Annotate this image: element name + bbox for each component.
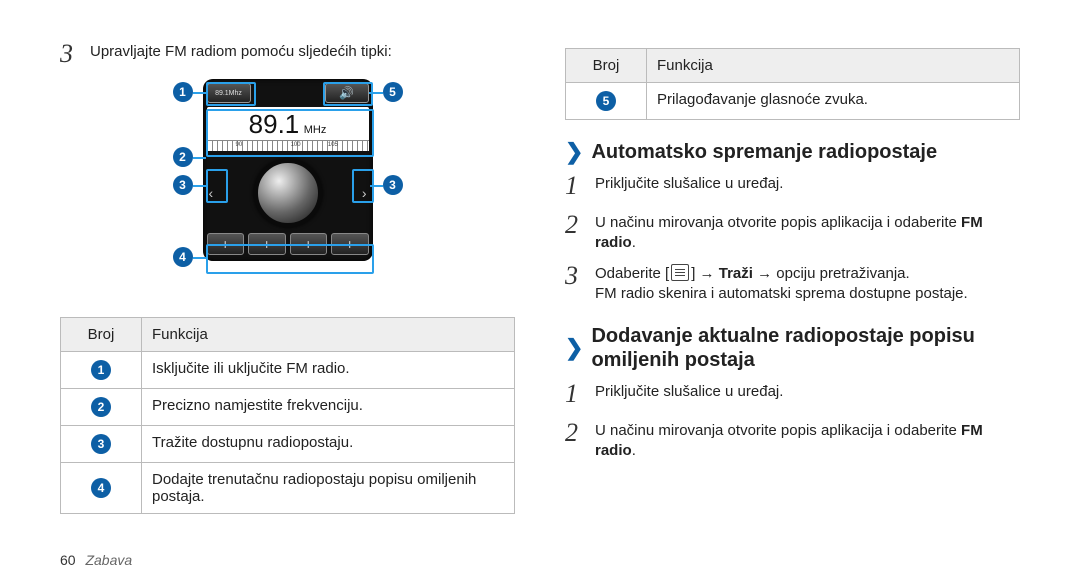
step-text: Priključite slušalice u uređaj.	[595, 380, 783, 402]
frequency-value: 89.1	[249, 109, 300, 139]
callout-badge-5: 5	[383, 82, 403, 102]
step-text: Odaberite [ ] → Traži → opciju pretraživa…	[595, 262, 968, 305]
ruler-tick: 90	[236, 142, 243, 148]
page-number: 60	[60, 552, 76, 568]
step-number: 1	[565, 376, 585, 411]
menu-key-icon	[671, 264, 689, 281]
callout-line	[193, 185, 206, 187]
table-header-number: Broj	[566, 49, 647, 83]
ruler-tick: 100	[291, 142, 301, 148]
step-text-part: U načinu mirovanja otvorite popis aplika…	[595, 214, 957, 231]
preset-add-button: +	[248, 233, 286, 255]
search-keyword: Traži	[719, 265, 753, 282]
step-note: FM radio skenira i automatski sprema dos…	[595, 285, 968, 302]
step-text: Priključite slušalice u uređaj.	[595, 172, 783, 194]
step-text: U načinu mirovanja otvorite popis aplika…	[595, 419, 1020, 462]
speaker-icon: 🔊	[339, 87, 354, 99]
radio-station-button: 89.1Mhz	[207, 83, 251, 103]
callout-badge-3-left: 3	[173, 175, 193, 195]
callout-badge-2: 2	[173, 147, 193, 167]
heading-text: Dodavanje aktualne radiopostaje popisu o…	[591, 324, 1020, 372]
secA-step-3: 3 Odaberite [] → Traži → opciju pretraži…	[565, 262, 1020, 305]
table-row: 2 Precizno namjestite frekvenciju.	[61, 389, 515, 426]
secA-step-2: 2 U načinu mirovanja otvorite popis apli…	[565, 211, 1020, 254]
preset-row: + + + +	[203, 233, 373, 261]
callout-line	[193, 257, 206, 259]
step-number: 3	[60, 36, 80, 71]
callout-badge-1: 1	[173, 82, 193, 102]
frequency-unit: MHz	[304, 124, 327, 136]
callout-line	[370, 185, 383, 187]
step-text: Upravljajte FM radiom pomoću sljedećih t…	[90, 40, 392, 62]
chevron-icon: ❯	[565, 141, 583, 163]
step-text-part: U načinu mirovanja otvorite popis aplika…	[595, 422, 957, 439]
callout-line	[193, 92, 206, 94]
row-text: Isključite ili uključite FM radio.	[142, 352, 515, 389]
seek-left-icon: ‹	[209, 185, 214, 201]
secB-step-2: 2 U načinu mirovanja otvorite popis apli…	[565, 419, 1020, 462]
preset-add-button: +	[290, 233, 328, 255]
table-header-function: Funkcija	[647, 49, 1020, 83]
table-header-function: Funkcija	[142, 318, 515, 352]
row-badge: 4	[91, 478, 111, 498]
frequency-display: 89.1 MHz 90 100 105	[207, 107, 369, 151]
chevron-icon: ❯	[565, 337, 583, 359]
table-header-number: Broj	[61, 318, 142, 352]
step-text-part: → opciju pretraživanja.	[753, 265, 910, 282]
row-text: Precizno namjestite frekvenciju.	[142, 389, 515, 426]
radio-speaker-button: 🔊	[325, 83, 369, 103]
row-text: Dodajte trenutačnu radiopostaju popisu o…	[142, 463, 515, 514]
callout-badge-3-right: 3	[383, 175, 403, 195]
row-badge: 1	[91, 360, 111, 380]
row-badge: 3	[91, 434, 111, 454]
tuning-knob	[254, 159, 322, 227]
row-text: Tražite dostupnu radiopostaju.	[142, 426, 515, 463]
tuning-row: ‹ ›	[203, 153, 373, 233]
table-row: 3 Tražite dostupnu radiopostaju.	[61, 426, 515, 463]
heading-text: Automatsko spremanje radiopostaje	[591, 140, 937, 164]
right-table: Broj Funkcija 5 Prilagođavanje glasnoće …	[565, 48, 1020, 120]
preset-add-button: +	[207, 233, 245, 255]
page-footer: 60 Zabava	[60, 552, 132, 568]
row-text: Prilagođavanje glasnoće zvuka.	[647, 83, 1020, 120]
step-number: 3	[565, 258, 585, 293]
seek-right-icon: ›	[362, 185, 367, 201]
table-row: 5 Prilagođavanje glasnoće zvuka.	[566, 83, 1020, 120]
radio-figure: 89.1Mhz 🔊 89.1 MHz 90 100 105	[60, 79, 515, 309]
right-column: Broj Funkcija 5 Prilagođavanje glasnoće …	[565, 40, 1020, 514]
table-row: 1 Isključite ili uključite FM radio.	[61, 352, 515, 389]
secB-step-1: 1 Priključite slušalice u uređaj.	[565, 380, 1020, 411]
step-number: 2	[565, 207, 585, 242]
ruler-tick: 105	[328, 142, 338, 148]
row-badge: 2	[91, 397, 111, 417]
callout-line	[369, 92, 383, 94]
heading-auto-save: ❯ Automatsko spremanje radiopostaje	[565, 140, 1020, 164]
left-step-3: 3 Upravljajte FM radiom pomoću sljedećih…	[60, 40, 515, 71]
fm-radio-mock: 89.1Mhz 🔊 89.1 MHz 90 100 105	[203, 79, 373, 261]
callout-line	[193, 157, 206, 159]
left-column: 3 Upravljajte FM radiom pomoću sljedećih…	[60, 40, 515, 514]
row-badge: 5	[596, 91, 616, 111]
frequency-ruler: 90 100 105	[207, 140, 369, 151]
step-number: 2	[565, 415, 585, 450]
secA-step-1: 1 Priključite slušalice u uređaj.	[565, 172, 1020, 203]
table-row: 4 Dodajte trenutačnu radiopostaju popisu…	[61, 463, 515, 514]
step-text-part: Odaberite [	[595, 265, 669, 282]
step-number: 1	[565, 168, 585, 203]
left-table: Broj Funkcija 1 Isključite ili uključite…	[60, 317, 515, 514]
heading-add-favorite: ❯ Dodavanje aktualne radiopostaje popisu…	[565, 324, 1020, 372]
step-text-part: ] →	[691, 265, 719, 282]
preset-add-button: +	[331, 233, 369, 255]
section-name: Zabava	[85, 552, 132, 568]
callout-badge-4: 4	[173, 247, 193, 267]
step-text: U načinu mirovanja otvorite popis aplika…	[595, 211, 1020, 254]
